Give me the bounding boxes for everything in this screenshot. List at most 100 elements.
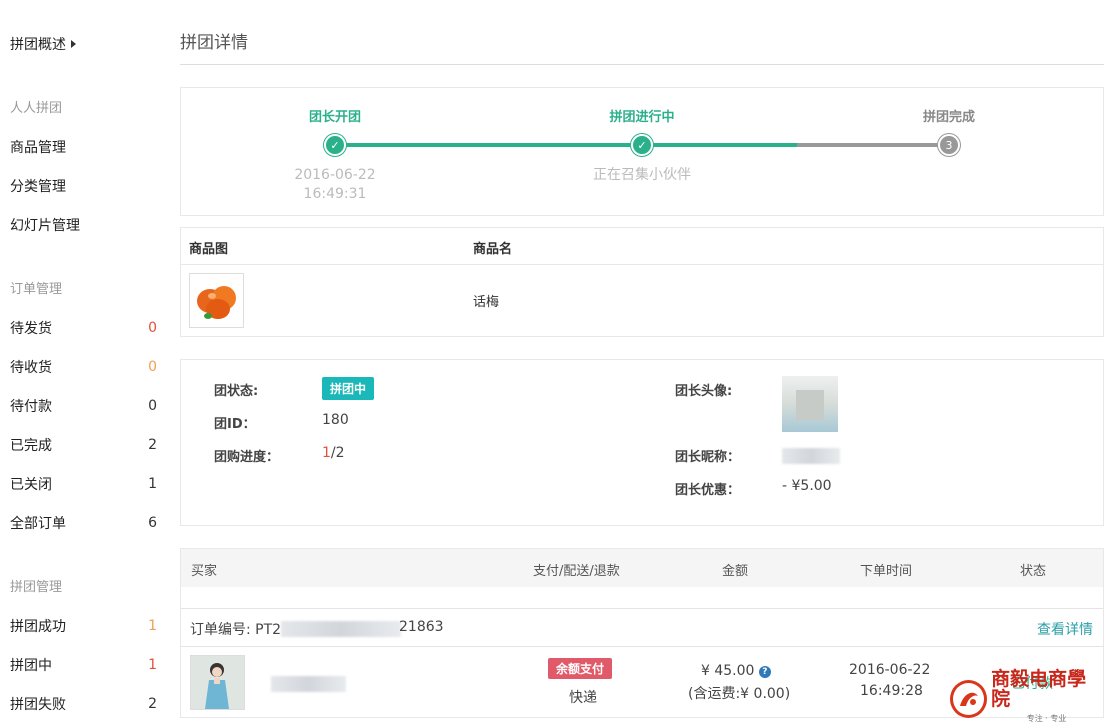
- row-divider: [181, 646, 1103, 647]
- sidebar-item-category[interactable]: 分类管理: [10, 176, 160, 196]
- sidebar-item-all-orders[interactable]: 全部订单 6: [10, 513, 160, 533]
- leader-discount-label: 团长优惠：: [675, 483, 741, 498]
- sidebar-item-label: 待付款: [10, 399, 52, 415]
- logo-text: 商毅电商學院 专注 · 专业: [991, 669, 1102, 724]
- order-number-prefix: 订单编号: PT2: [190, 622, 282, 638]
- product-panel: 商品图 商品名 话梅: [180, 227, 1104, 337]
- sidebar-item-pending-receive[interactable]: 待收货 0: [10, 357, 160, 377]
- header-divider: [181, 264, 1103, 265]
- order-amount-value: ¥ 45.00: [701, 663, 755, 679]
- buyer-name-blurred: [271, 676, 346, 692]
- sidebar: 拼团概述 人人拼团 商品管理 分类管理 幻灯片管理 订单管理 待发货 0 待收货 0…: [0, 0, 170, 724]
- product-thumbnail[interactable]: [189, 273, 244, 328]
- progress-total: /2: [330, 445, 345, 461]
- step-subtitle: 正在召集小伙伴: [593, 167, 691, 183]
- step-title: 拼团进行中: [609, 110, 675, 125]
- delivery-method: 快递: [569, 690, 597, 706]
- column-header-image: 商品图: [189, 242, 229, 257]
- row-divider: [181, 608, 1103, 609]
- column-header-time: 下单时间: [860, 564, 913, 579]
- buyer-image: [191, 656, 244, 709]
- step-number: 3: [938, 134, 960, 156]
- watermark-logo: 商毅电商學院 专注 · 专业: [950, 669, 1102, 723]
- caret-right-icon: [71, 40, 76, 48]
- leader-discount-value: - ¥5.00: [782, 478, 832, 494]
- step-line-done: [335, 143, 797, 147]
- sidebar-item-pending-pay[interactable]: 待付款 0: [10, 396, 160, 416]
- avatar-blur: [796, 390, 824, 420]
- sidebar-item-label: 已关闭: [10, 477, 52, 493]
- column-header-status: 状态: [1020, 564, 1047, 579]
- leader-nickname-blurred: [782, 448, 840, 464]
- shipping-fee: (含运费:¥ 0.00): [688, 686, 791, 702]
- order-amount: ¥ 45.00 ?: [701, 663, 771, 679]
- sidebar-item-count: 1: [148, 657, 157, 673]
- title-divider: [180, 64, 1104, 65]
- progress-current: 1: [322, 445, 331, 461]
- check-icon: ✓: [631, 134, 653, 156]
- step-title: 团长开团: [308, 110, 362, 125]
- sidebar-item-count: 0: [148, 398, 157, 414]
- step-line-pending: [797, 143, 949, 147]
- sidebar-item-group-failed[interactable]: 拼团失败 2: [10, 694, 160, 714]
- column-header-amount: 金额: [722, 564, 749, 579]
- group-progress-steps: 团长开团 ✓ 2016-06-22 16:49:31 拼团进行中 ✓ 正在召集小…: [180, 87, 1104, 216]
- leader-nickname-label: 团长昵称：: [675, 450, 741, 465]
- column-header-name: 商品名: [473, 242, 513, 257]
- sidebar-item-group-ongoing[interactable]: 拼团中 1: [10, 655, 160, 675]
- sidebar-item-label: 拼团成功: [10, 619, 66, 635]
- product-image: [197, 286, 236, 319]
- sidebar-item-label: 已完成: [10, 438, 52, 454]
- pay-method-badge: 余额支付: [548, 658, 613, 679]
- sidebar-item-slides[interactable]: 幻灯片管理: [10, 215, 160, 235]
- sidebar-item-group-success[interactable]: 拼团成功 1: [10, 616, 160, 636]
- page-title: 拼团详情: [180, 33, 248, 53]
- column-header-pay: 支付/配送/退款: [533, 564, 620, 579]
- logo-icon: [950, 680, 988, 718]
- group-info-panel: 团状态: 拼团中 团ID： 180 团购进度： 1/2 团长头像: 团长昵称： …: [180, 359, 1104, 526]
- sidebar-item-overview[interactable]: 拼团概述: [10, 34, 160, 54]
- sidebar-item-label: 拼团概述: [10, 37, 66, 53]
- sidebar-item-label: 幻灯片管理: [10, 218, 80, 234]
- buyer-avatar[interactable]: [190, 655, 245, 710]
- column-header-buyer: 买家: [191, 564, 218, 579]
- leader-avatar-label: 团长头像:: [675, 384, 733, 399]
- status-badge: 拼团中: [322, 377, 375, 400]
- status-label: 团状态:: [214, 384, 259, 399]
- sidebar-item-label: 分类管理: [10, 179, 66, 195]
- step-title: 拼团完成: [922, 110, 976, 125]
- sidebar-item-count: 0: [148, 359, 157, 375]
- sidebar-section-orders: 订单管理: [10, 282, 63, 297]
- logo-slogan: 专注 · 专业: [1026, 714, 1067, 723]
- orders-table-header: [181, 549, 1103, 587]
- sidebar-item-label: 拼团中: [10, 658, 52, 674]
- sidebar-item-count: 0: [148, 320, 157, 336]
- product-name[interactable]: 话梅: [473, 291, 499, 310]
- sidebar-item-label: 拼团失败: [10, 697, 66, 713]
- logo-glyph: [959, 692, 978, 706]
- sidebar-item-count: 2: [148, 437, 157, 453]
- logo-name: 商毅电商學院: [991, 668, 1087, 710]
- sidebar-section-group: 人人拼团: [10, 101, 63, 116]
- sidebar-section-groups: 拼团管理: [10, 580, 63, 595]
- sidebar-item-completed[interactable]: 已完成 2: [10, 435, 160, 455]
- step-time: 16:49:31: [303, 186, 367, 202]
- sidebar-item-count: 1: [148, 476, 157, 492]
- help-icon[interactable]: ?: [758, 666, 771, 678]
- order-number-tail: 21863: [399, 619, 444, 635]
- progress-value: 1/2: [322, 445, 345, 461]
- avatar: [782, 376, 838, 432]
- sidebar-item-pending-ship[interactable]: 待发货 0: [10, 318, 160, 338]
- order-date: 2016-06-22: [849, 662, 931, 678]
- sidebar-item-label: 待发货: [10, 321, 52, 337]
- order-number-blurred: [281, 621, 401, 637]
- view-detail-link[interactable]: 查看详情: [1037, 619, 1093, 639]
- order-time: 16:49:28: [860, 683, 923, 699]
- order-number: 订单编号: PT2: [190, 619, 281, 639]
- sidebar-item-count: 6: [148, 515, 157, 531]
- sidebar-item-closed[interactable]: 已关闭 1: [10, 474, 160, 494]
- sidebar-item-label: 全部订单: [10, 516, 66, 532]
- sidebar-item-goods[interactable]: 商品管理: [10, 137, 160, 157]
- sidebar-item-label: 待收货: [10, 360, 52, 376]
- sidebar-item-label: 商品管理: [10, 140, 66, 156]
